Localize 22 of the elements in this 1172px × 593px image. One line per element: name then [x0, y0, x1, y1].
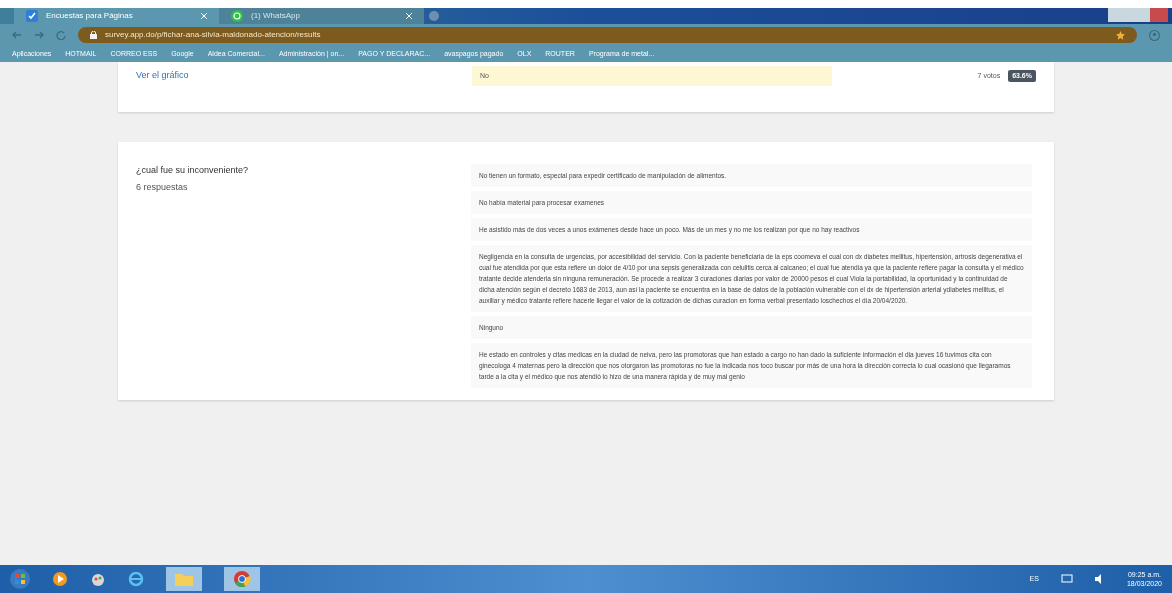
chrome-icon[interactable] — [224, 567, 260, 591]
forward-icon[interactable] — [34, 30, 44, 40]
star-icon[interactable] — [1116, 30, 1125, 40]
chart-link[interactable]: Ver el gráfico — [136, 69, 472, 83]
start-icon[interactable] — [10, 569, 30, 589]
media-player-icon[interactable] — [52, 571, 68, 587]
check-icon — [26, 10, 38, 22]
browser-e-icon[interactable] — [128, 571, 144, 587]
close-icon[interactable] — [406, 13, 412, 19]
response-count: 6 respuestas — [136, 180, 189, 194]
browser-tab[interactable]: (1) WhatsApp — [219, 8, 424, 24]
chat-icon — [231, 10, 243, 22]
reload-icon[interactable] — [56, 30, 66, 40]
browser-tab[interactable]: Encuestas para Páginas — [14, 8, 219, 24]
paint-icon[interactable] — [90, 571, 106, 587]
lock-icon — [90, 31, 97, 39]
question-title: ¿cual fue su inconveniente? — [136, 164, 250, 177]
network-icon[interactable] — [1060, 574, 1073, 584]
back-icon[interactable] — [12, 30, 22, 40]
close-icon[interactable] — [201, 13, 207, 19]
profile-icon[interactable] — [1149, 29, 1160, 41]
address-bar[interactable]: survey.app.do/p/fichar-ana-silvia-maldonado-atencion/results — [78, 27, 1137, 43]
